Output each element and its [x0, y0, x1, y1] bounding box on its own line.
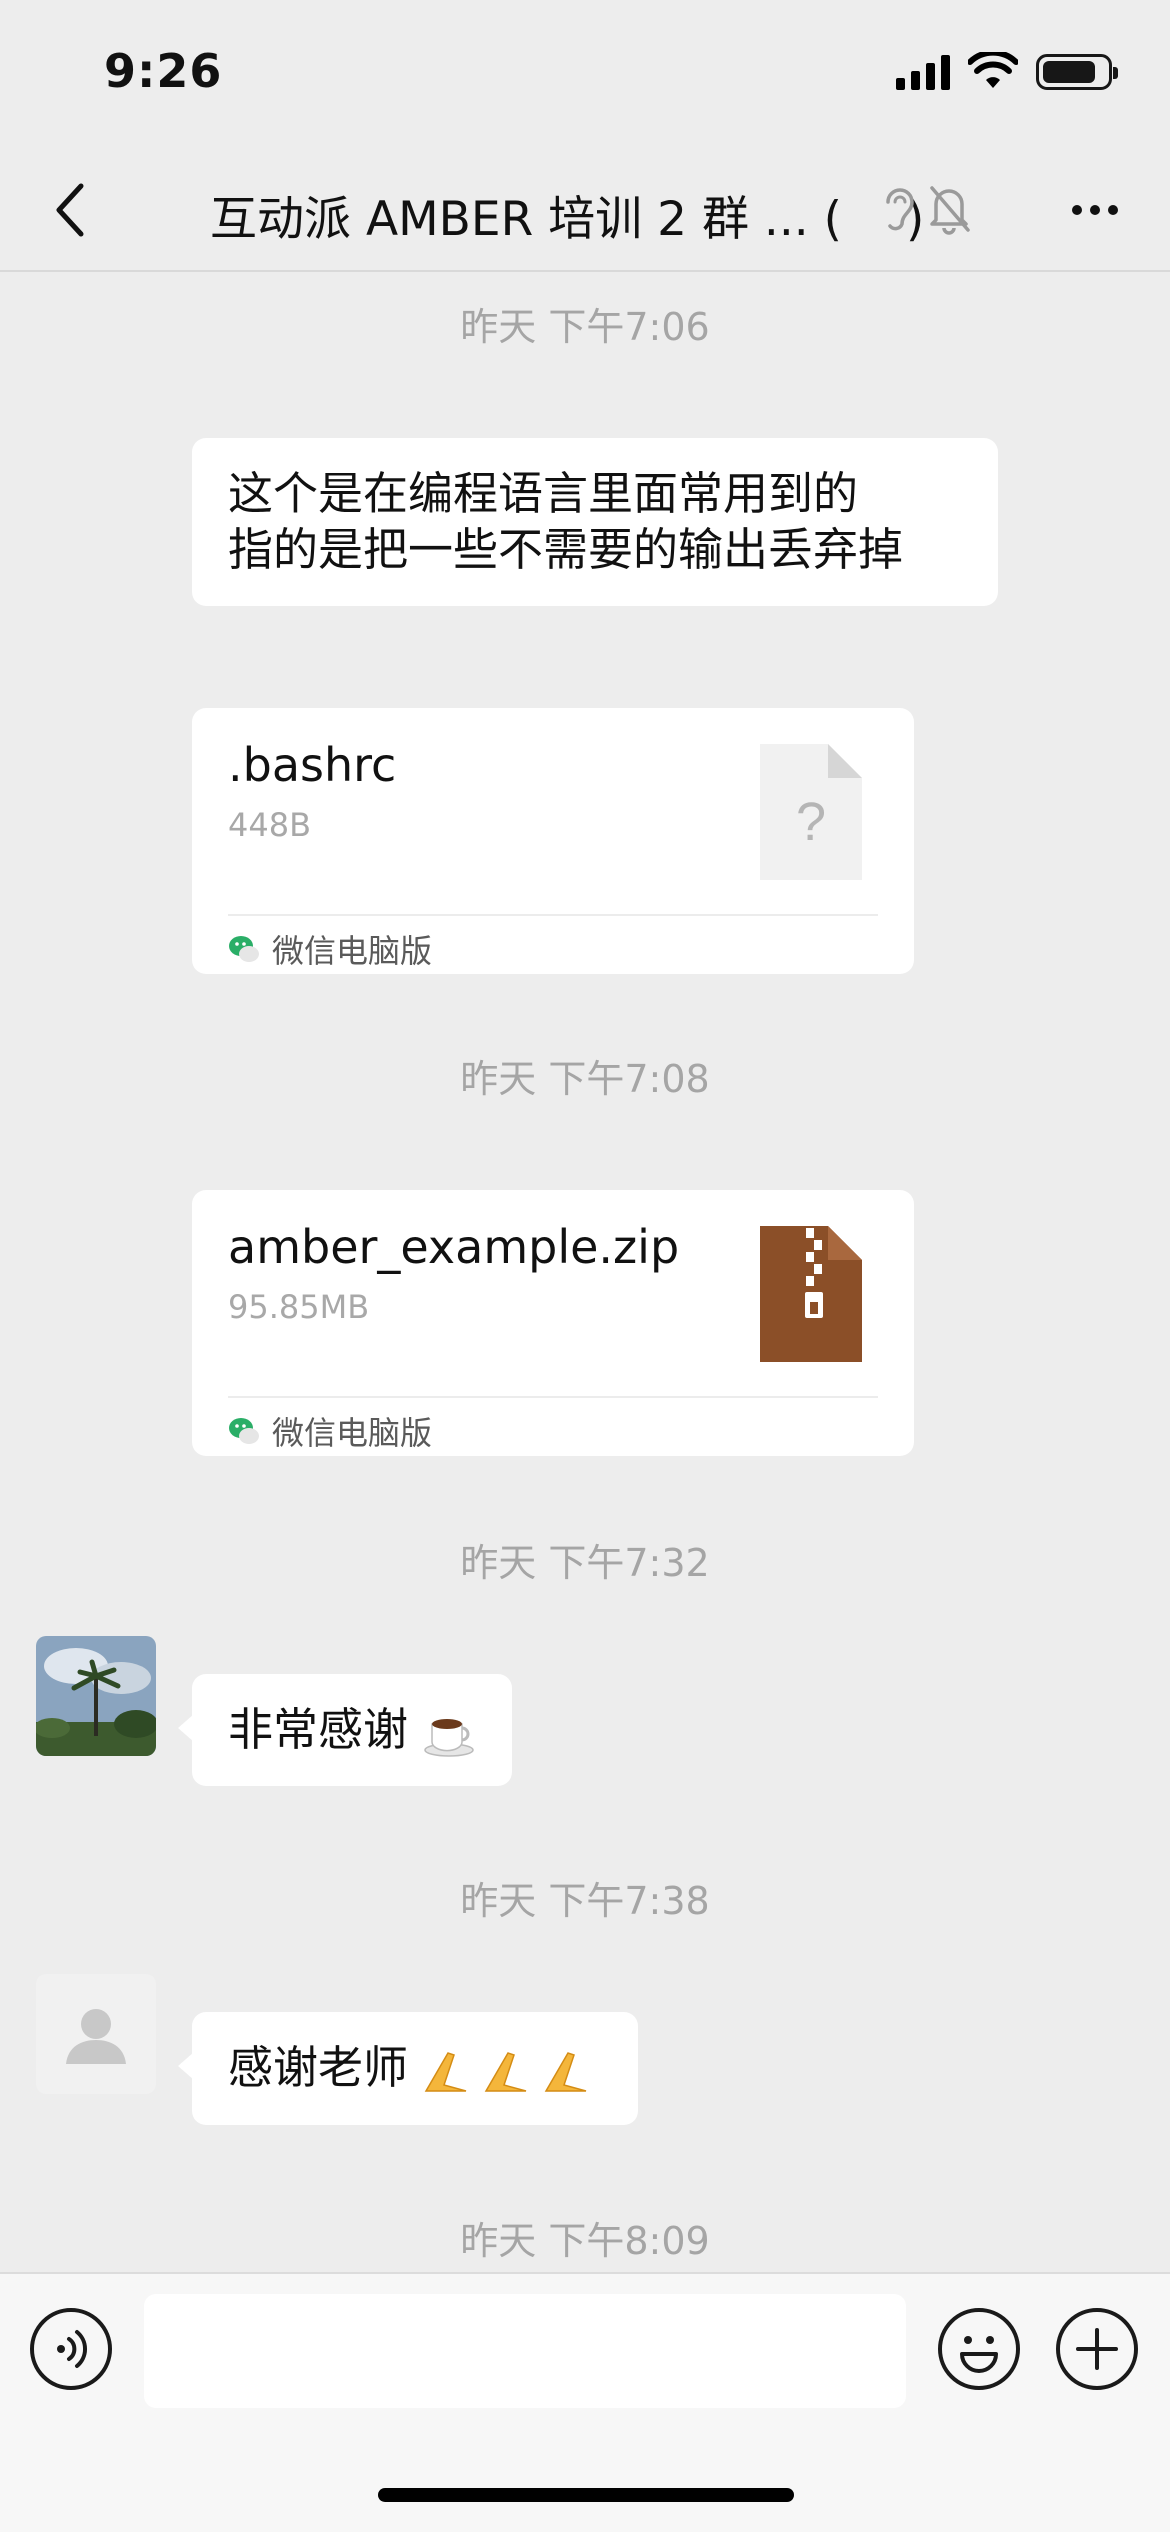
divider: [228, 914, 878, 916]
file-message-zip[interactable]: amber_example.zip 95.85MB 微信电脑版: [192, 1190, 914, 1456]
file-source: 微信电脑版: [228, 1408, 432, 1454]
message-bubble[interactable]: 这个是在编程语言里面常用到的 指的是把一些不需要的输出丢弃掉: [192, 438, 998, 606]
more-icon: [1072, 205, 1082, 215]
status-time: 9:26: [104, 44, 223, 98]
back-icon: [56, 183, 84, 237]
voice-button[interactable]: [30, 2308, 112, 2390]
voice-icon: [57, 2330, 88, 2368]
person-icon: [66, 2009, 126, 2064]
message-bubble[interactable]: 感谢老师: [177, 2012, 639, 2125]
file-source-label: 微信电脑版: [272, 1414, 433, 1452]
file-name: amber_example.zip: [228, 1220, 680, 1274]
file-size: 95.85MB: [228, 1288, 370, 1326]
more-button[interactable]: [1060, 180, 1130, 240]
timestamp: 昨天 下午7:08: [460, 1057, 710, 1101]
plus-icon: [1076, 2328, 1118, 2370]
avatar-photo: [36, 1636, 156, 1756]
message-text: 非常感谢: [228, 1703, 409, 1756]
timestamp: 昨天 下午8:09: [460, 2219, 710, 2263]
file-source-label: 微信电脑版: [272, 932, 433, 970]
nav-bar: 互动派 AMBER 培训 2 群 ... (): [0, 150, 1170, 272]
file-message-bashrc[interactable]: .bashrc 448B ? 微信电脑版: [192, 708, 914, 974]
ear-icon: [886, 188, 914, 231]
status-bar: 9:26: [0, 0, 1170, 150]
chat-area[interactable]: 昨天 下午7:06 这个是在编程语言里面常用到的 指的是把一些不需要的输出丢弃掉…: [0, 274, 1170, 2272]
timestamp: 昨天 下午7:32: [460, 1541, 710, 1585]
file-name: .bashrc: [228, 738, 397, 792]
wifi-icon: [968, 52, 1018, 88]
bell-muted-icon: [930, 186, 970, 235]
status-icons: [896, 52, 1118, 90]
timestamp: 昨天 下午7:38: [460, 1879, 710, 1923]
message-bubble[interactable]: 非常感谢: [177, 1674, 513, 1786]
message-text-line: 指的是把一些不需要的输出丢弃掉: [228, 523, 904, 576]
timestamp: 昨天 下午7:06: [460, 305, 710, 349]
signal-icon: [896, 54, 950, 90]
avatar[interactable]: [36, 1636, 156, 1756]
message-input[interactable]: [144, 2294, 906, 2408]
file-size: 448B: [228, 806, 312, 844]
home-indicator: [378, 2488, 794, 2502]
emoji-icon: [960, 2336, 998, 2373]
file-source: 微信电脑版: [228, 926, 432, 972]
emoji-button[interactable]: [938, 2308, 1020, 2390]
message-text: 感谢老师: [228, 2041, 409, 2094]
coffee-emoji-icon: [424, 1719, 475, 1757]
chat-title-text: 互动派 AMBER 培训 2 群 ... (: [210, 192, 842, 247]
message-text-line: 这个是在编程语言里面常用到的: [228, 467, 859, 520]
battery-icon: [1036, 54, 1118, 90]
pray-emoji-icon: [425, 2052, 587, 2092]
zip-file-icon: [760, 1226, 862, 1362]
wechat-icon: [229, 936, 259, 962]
file-icon-glyph: ?: [796, 792, 826, 852]
back-button[interactable]: [40, 180, 100, 240]
wechat-icon: [229, 1418, 259, 1444]
chat-title[interactable]: 互动派 AMBER 培训 2 群 ... (): [210, 180, 924, 249]
divider: [228, 1396, 878, 1398]
question-file-icon: ?: [760, 744, 862, 880]
plus-button[interactable]: [1056, 2308, 1138, 2390]
avatar-default[interactable]: [36, 1974, 156, 2094]
